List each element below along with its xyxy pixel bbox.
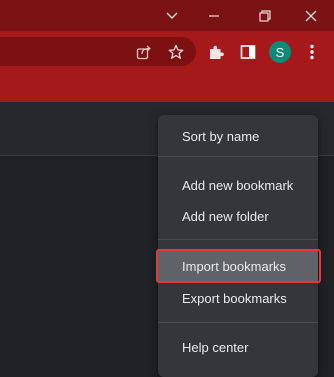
avatar-letter: S (275, 44, 285, 60)
kebab-menu-icon (310, 44, 314, 60)
star-icon (168, 44, 184, 59)
restore-button[interactable] (245, 0, 285, 31)
puzzle-icon (210, 45, 224, 59)
menu-item-export-bookmarks[interactable]: Export bookmarks (158, 283, 318, 313)
menu-item-help-center[interactable]: Help center (158, 332, 318, 362)
menu-item-add-new-bookmark[interactable]: Add new bookmark (158, 170, 318, 200)
minimize-button[interactable] (194, 0, 234, 31)
menu-item-add-new-folder[interactable]: Add new folder (158, 201, 318, 231)
close-icon (305, 10, 317, 21)
menu-item-label: Sort by name (182, 128, 260, 144)
title-bar (0, 0, 334, 31)
close-window-button[interactable] (291, 0, 331, 31)
menu-divider (158, 322, 318, 323)
organize-menu: Sort by name Add new bookmark Add new fo… (156, 115, 321, 377)
profile-avatar[interactable]: S (269, 41, 291, 63)
bookmark-star-button[interactable] (165, 41, 187, 63)
share-icon (136, 45, 151, 60)
extensions-button[interactable] (205, 41, 227, 63)
side-panel-button[interactable] (237, 41, 259, 63)
menu-item-label: Export bookmarks (182, 290, 287, 306)
menu-item-label: Import bookmarks (182, 258, 287, 274)
share-button[interactable] (133, 41, 155, 63)
menu-item-label: Add new bookmark (182, 177, 294, 193)
restore-icon (259, 9, 271, 22)
tab-search-button[interactable] (152, 0, 192, 31)
menu-item-label: Help center (182, 339, 249, 355)
menu-item-import-bookmarks[interactable]: Import bookmarks (156, 249, 321, 283)
chevron-down-icon (166, 12, 178, 19)
menu-divider (158, 156, 318, 157)
minimize-icon (209, 14, 219, 17)
browser-menu-button[interactable] (301, 41, 323, 63)
side-panel-icon (240, 45, 256, 59)
menu-item-sort-by-name[interactable]: Sort by name (158, 121, 318, 151)
menu-divider (158, 239, 318, 240)
menu-item-label: Add new folder (182, 208, 269, 224)
